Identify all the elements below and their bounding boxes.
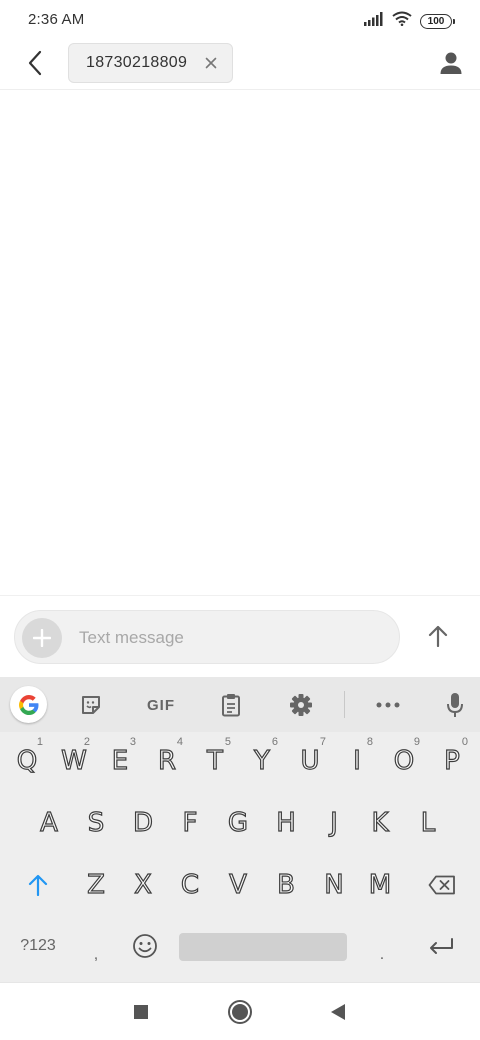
back-triangle-icon (331, 1004, 345, 1020)
keyboard-toolbar: GIF (0, 677, 480, 732)
key-h[interactable]: H (263, 794, 309, 852)
key-x[interactable]: X (120, 856, 166, 914)
close-icon (205, 57, 217, 69)
space-key[interactable] (179, 933, 347, 961)
gif-icon: GIF (147, 696, 175, 714)
person-icon (440, 52, 462, 74)
sticker-icon (82, 696, 100, 714)
comma-label: , (93, 946, 99, 963)
google-search-button[interactable] (10, 686, 47, 723)
settings-button[interactable] (282, 686, 320, 724)
recents-square-icon (134, 1005, 148, 1019)
period-label: . (379, 946, 385, 963)
keyboard: GIF Q 1 W 2 E 3 R 4 T 5 Y 6 U 7 I 8 O 9 … (0, 677, 480, 982)
comma-key[interactable]: , (76, 917, 116, 975)
key-y[interactable]: Y6 (239, 732, 285, 790)
key-q[interactable]: Q1 (4, 732, 50, 790)
key-t[interactable]: T5 (192, 732, 238, 790)
key-c[interactable]: C (167, 856, 213, 914)
key-s[interactable]: S (73, 794, 119, 852)
gear-icon (290, 694, 312, 716)
period-key[interactable]: . (362, 917, 402, 975)
send-button[interactable] (420, 618, 456, 654)
recipient-number: 18730218809 (86, 54, 188, 71)
key-i[interactable]: I8 (334, 732, 380, 790)
sticker-button[interactable] (72, 686, 110, 724)
key-a[interactable]: A (26, 794, 72, 852)
key-d[interactable]: D (120, 794, 166, 852)
key-p[interactable]: P0 (429, 732, 475, 790)
message-input[interactable] (79, 624, 379, 652)
key-e[interactable]: E3 (97, 732, 143, 790)
navigation-bar (0, 982, 480, 1040)
symbols-key[interactable]: ?123 (8, 917, 68, 975)
voice-input-button[interactable] (436, 686, 474, 724)
key-b[interactable]: B (263, 856, 309, 914)
key-o[interactable]: O9 (381, 732, 427, 790)
status-icons: 100 (364, 11, 455, 31)
backspace-key[interactable] (416, 856, 468, 914)
message-list (0, 91, 480, 595)
back-button[interactable] (18, 46, 52, 80)
key-g[interactable]: G (215, 794, 261, 852)
backspace-icon (428, 875, 455, 895)
key-v[interactable]: V (215, 856, 261, 914)
key-j[interactable]: J (311, 794, 357, 852)
key-z[interactable]: Z (73, 856, 119, 914)
conversation-header: 18730218809 (0, 40, 480, 90)
battery-icon: 100 (420, 13, 455, 29)
key-u[interactable]: U7 (287, 732, 333, 790)
home-button[interactable] (225, 997, 255, 1027)
shift-key[interactable] (14, 856, 62, 914)
wifi-icon (392, 11, 412, 31)
toolbar-divider (344, 691, 345, 718)
recents-button[interactable] (126, 997, 156, 1027)
arrow-up-icon (428, 625, 448, 647)
status-time: 2:36 AM (28, 11, 85, 28)
key-r[interactable]: R4 (144, 732, 190, 790)
system-back-button[interactable] (323, 997, 353, 1027)
gif-button[interactable]: GIF (141, 686, 181, 724)
compose-field (14, 610, 400, 664)
plus-icon (33, 629, 51, 647)
recipient-chip[interactable]: 18730218809 (68, 43, 233, 83)
remove-recipient-button[interactable] (204, 56, 218, 70)
status-bar: 2:36 AM 100 (0, 0, 480, 40)
contact-button[interactable] (438, 50, 464, 76)
symbols-label: ?123 (20, 937, 56, 954)
key-w[interactable]: W2 (51, 732, 97, 790)
more-icon (376, 702, 400, 708)
mic-icon (447, 693, 463, 717)
more-button[interactable] (369, 686, 407, 724)
clipboard-button[interactable] (212, 686, 250, 724)
back-arrow-icon (28, 50, 42, 76)
key-l[interactable]: L (405, 794, 451, 852)
signal-icon (364, 11, 384, 31)
shift-arrow-icon (28, 874, 48, 896)
message-composer (0, 595, 480, 677)
emoji-icon (133, 934, 157, 958)
home-circle-icon (228, 1000, 252, 1024)
emoji-key[interactable] (122, 917, 168, 975)
battery-level: 100 (427, 15, 445, 27)
clipboard-icon (222, 694, 240, 717)
key-f[interactable]: F (167, 794, 213, 852)
enter-key[interactable] (416, 917, 466, 975)
google-icon (18, 694, 38, 715)
enter-icon (430, 938, 453, 954)
key-n[interactable]: N (311, 856, 357, 914)
add-attachment-button[interactable] (22, 618, 62, 658)
key-k[interactable]: K (357, 794, 403, 852)
key-m[interactable]: M (357, 856, 403, 914)
